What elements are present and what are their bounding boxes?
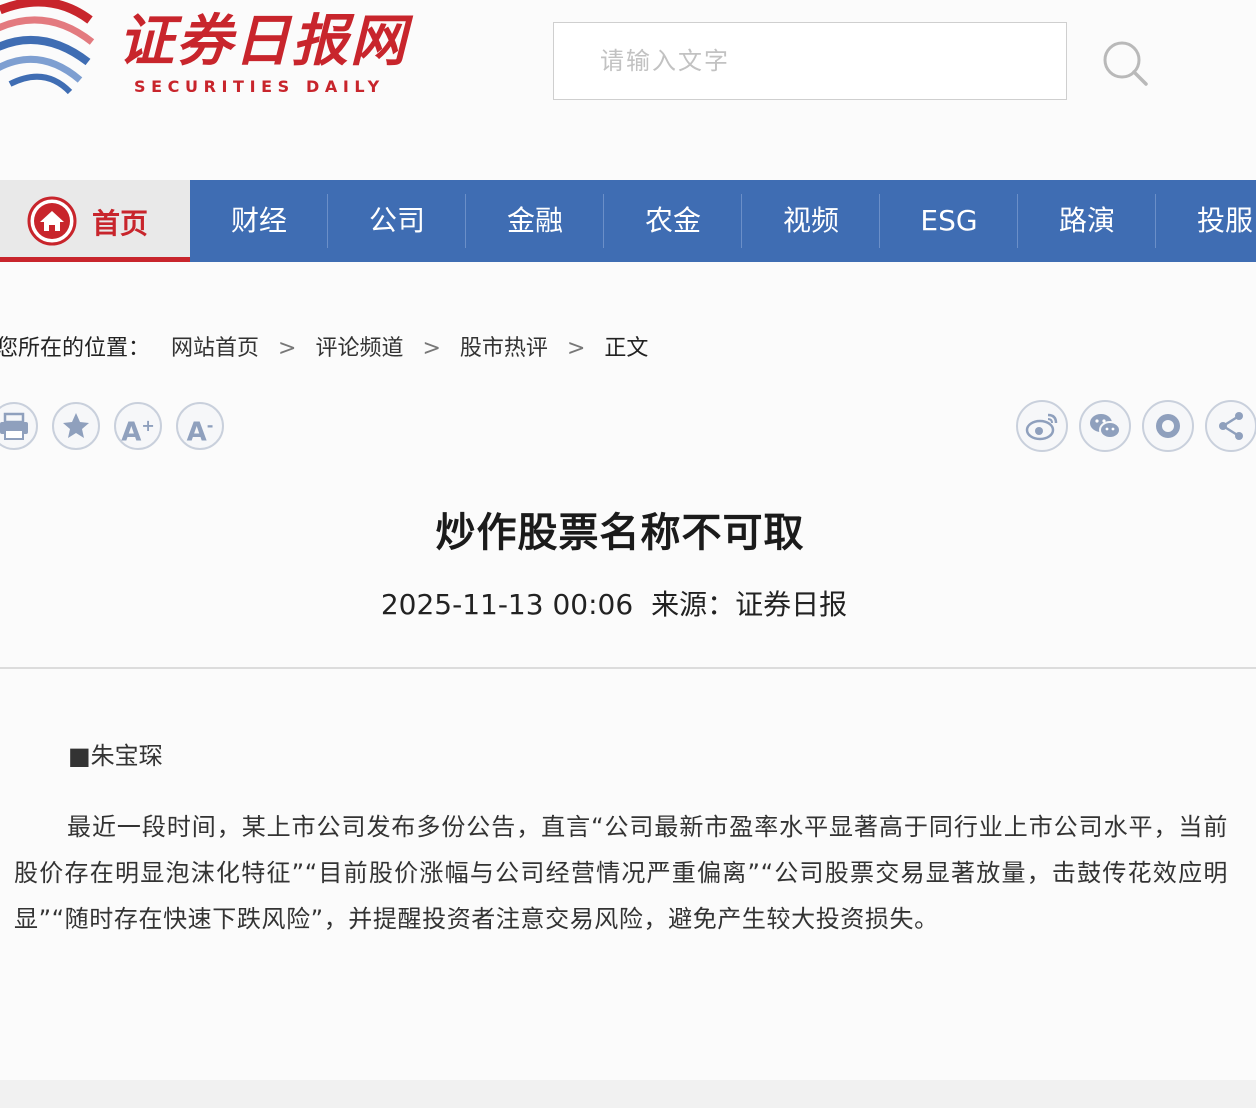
breadcrumb-commentary[interactable]: 评论频道 [315,330,403,362]
wechat-share-button[interactable] [1079,400,1131,452]
font-increase-button[interactable]: A+ [114,402,162,450]
article-author: ■朱宝琛 [68,742,163,770]
print-icon [0,412,28,440]
article-meta: 2025-11-13 00:06 来源：证券日报 [0,583,1228,623]
font-increase-icon: A+ [121,416,155,448]
breadcrumb-current: 正文 [604,336,649,361]
favorite-star-icon [63,413,89,438]
weibo-icon [1025,413,1058,441]
page-bottom-edge [0,1080,1256,1108]
nav-item-banking[interactable]: 金融 [466,180,604,262]
print-button[interactable] [0,402,38,450]
breadcrumb-separator: > [422,336,441,361]
breadcrumb-separator: > [278,336,297,361]
article-body-paragraph: 最近一段时间，某上市公司发布多份公告，直言“公司最新市盈率水平显著高于同行业上市… [14,813,1228,933]
qzone-icon [1156,414,1180,438]
search-box [553,22,1067,100]
share-icon [1219,412,1243,440]
logo-swoosh-icon[interactable] [0,0,105,100]
breadcrumb-prefix: 您所在的位置： [0,336,151,361]
article-source: 来源：证券日报 [651,588,848,621]
font-decrease-button[interactable]: A- [176,402,224,450]
nav-item-investor-service[interactable]: 投服 [1156,180,1256,262]
wechat-icon [1090,414,1121,439]
search-icon[interactable] [1100,38,1150,88]
logo-title[interactable]: 证券日报网 [118,0,408,77]
main-nav: 首页 财经 公司 金融 农金 视频 ESG 路演 投服 [0,180,1256,262]
breadcrumb-market-review[interactable]: 股市热评 [460,330,548,362]
nav-home-label: 首页 [92,207,149,240]
logo-subtitle: SECURITIES DAILY [134,77,385,96]
weibo-share-button[interactable] [1016,400,1068,452]
search-input[interactable] [554,23,1066,99]
breadcrumb-home[interactable]: 网站首页 [171,330,259,362]
nav-item-esg[interactable]: ESG [880,180,1018,262]
qzone-share-button[interactable] [1142,400,1194,452]
article-title: 炒作股票名称不可取 [435,510,805,556]
nav-item-roadshow[interactable]: 路演 [1018,180,1156,262]
article-datetime: 2025-11-13 00:06 [380,588,634,621]
nav-item-home[interactable]: 首页 [0,180,190,262]
share-button[interactable] [1205,400,1256,452]
home-icon [27,196,77,246]
nav-item-finance[interactable]: 财经 [190,180,328,262]
nav-item-video[interactable]: 视频 [742,180,880,262]
nav-item-rural-finance[interactable]: 农金 [604,180,742,262]
font-decrease-icon: A- [186,416,214,448]
site-header: 证券日报网 SECURITIES DAILY [0,0,1256,180]
title-divider [0,667,1256,669]
nav-item-company[interactable]: 公司 [328,180,466,262]
breadcrumb: 您所在的位置： 网站首页 > 评论频道 > 股市热评 > 正文 [0,330,648,362]
favorite-button[interactable] [52,402,100,450]
breadcrumb-separator: > [566,336,586,361]
